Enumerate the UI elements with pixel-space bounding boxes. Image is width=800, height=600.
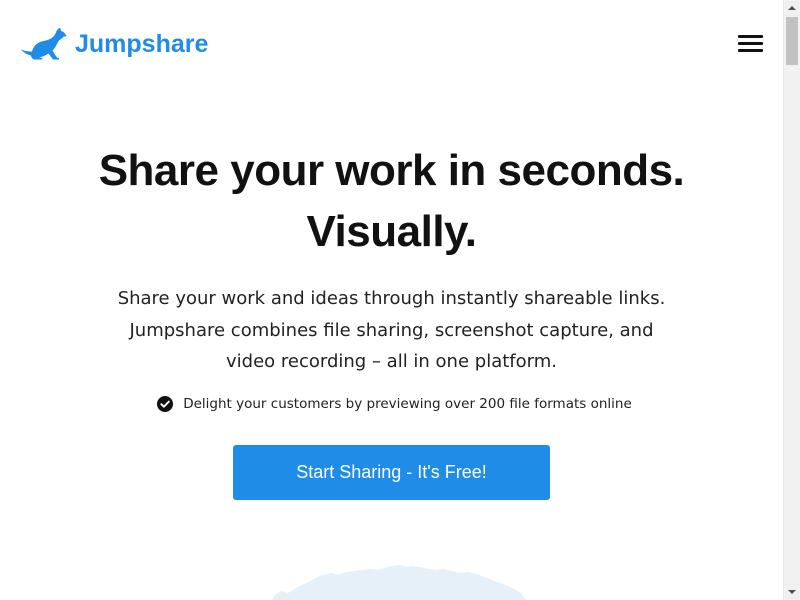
site-header: Jumpshare xyxy=(0,0,783,88)
hero-title-line-2: Visually. xyxy=(306,207,477,256)
check-circle-icon xyxy=(157,396,174,412)
scroll-down-arrow-icon xyxy=(788,590,796,594)
scroll-down-button[interactable] xyxy=(784,583,800,600)
feature-text: Delight your customers by previewing ove… xyxy=(183,396,632,412)
feature-highlight: Delight your customers by previewing ove… xyxy=(0,394,783,414)
hero-title: Share your work in seconds. Visually. xyxy=(40,140,743,262)
hero-description-line: Share your work and ideas through instan… xyxy=(117,288,666,309)
logo-text: Jumpshare xyxy=(75,30,209,58)
menu-bar-middle xyxy=(738,42,763,45)
hamburger-menu-button[interactable] xyxy=(736,32,764,54)
scroll-up-arrow-icon xyxy=(788,6,796,10)
hero-description-line: video recording – all in one platform. xyxy=(226,351,557,372)
browser-viewport: Jumpshare Share your work in seconds. Vi… xyxy=(0,0,800,600)
cloud-illustration xyxy=(272,565,526,600)
scrollbar-thumb[interactable] xyxy=(786,17,798,65)
start-sharing-button[interactable]: Start Sharing - It's Free! xyxy=(233,445,550,500)
hero-title-line-1: Share your work in seconds. xyxy=(98,146,685,195)
scroll-up-button[interactable] xyxy=(784,0,800,17)
logo-link[interactable]: Jumpshare xyxy=(20,26,208,62)
kangaroo-icon xyxy=(21,27,67,60)
vertical-scrollbar[interactable] xyxy=(783,0,800,600)
hero-description-line: Jumpshare combines file sharing, screens… xyxy=(129,319,654,341)
menu-bar-top xyxy=(738,35,763,38)
page: Jumpshare Share your work in seconds. Vi… xyxy=(0,0,783,600)
hero-description: Share your work and ideas through instan… xyxy=(90,283,693,378)
menu-bar-bottom xyxy=(738,49,763,52)
